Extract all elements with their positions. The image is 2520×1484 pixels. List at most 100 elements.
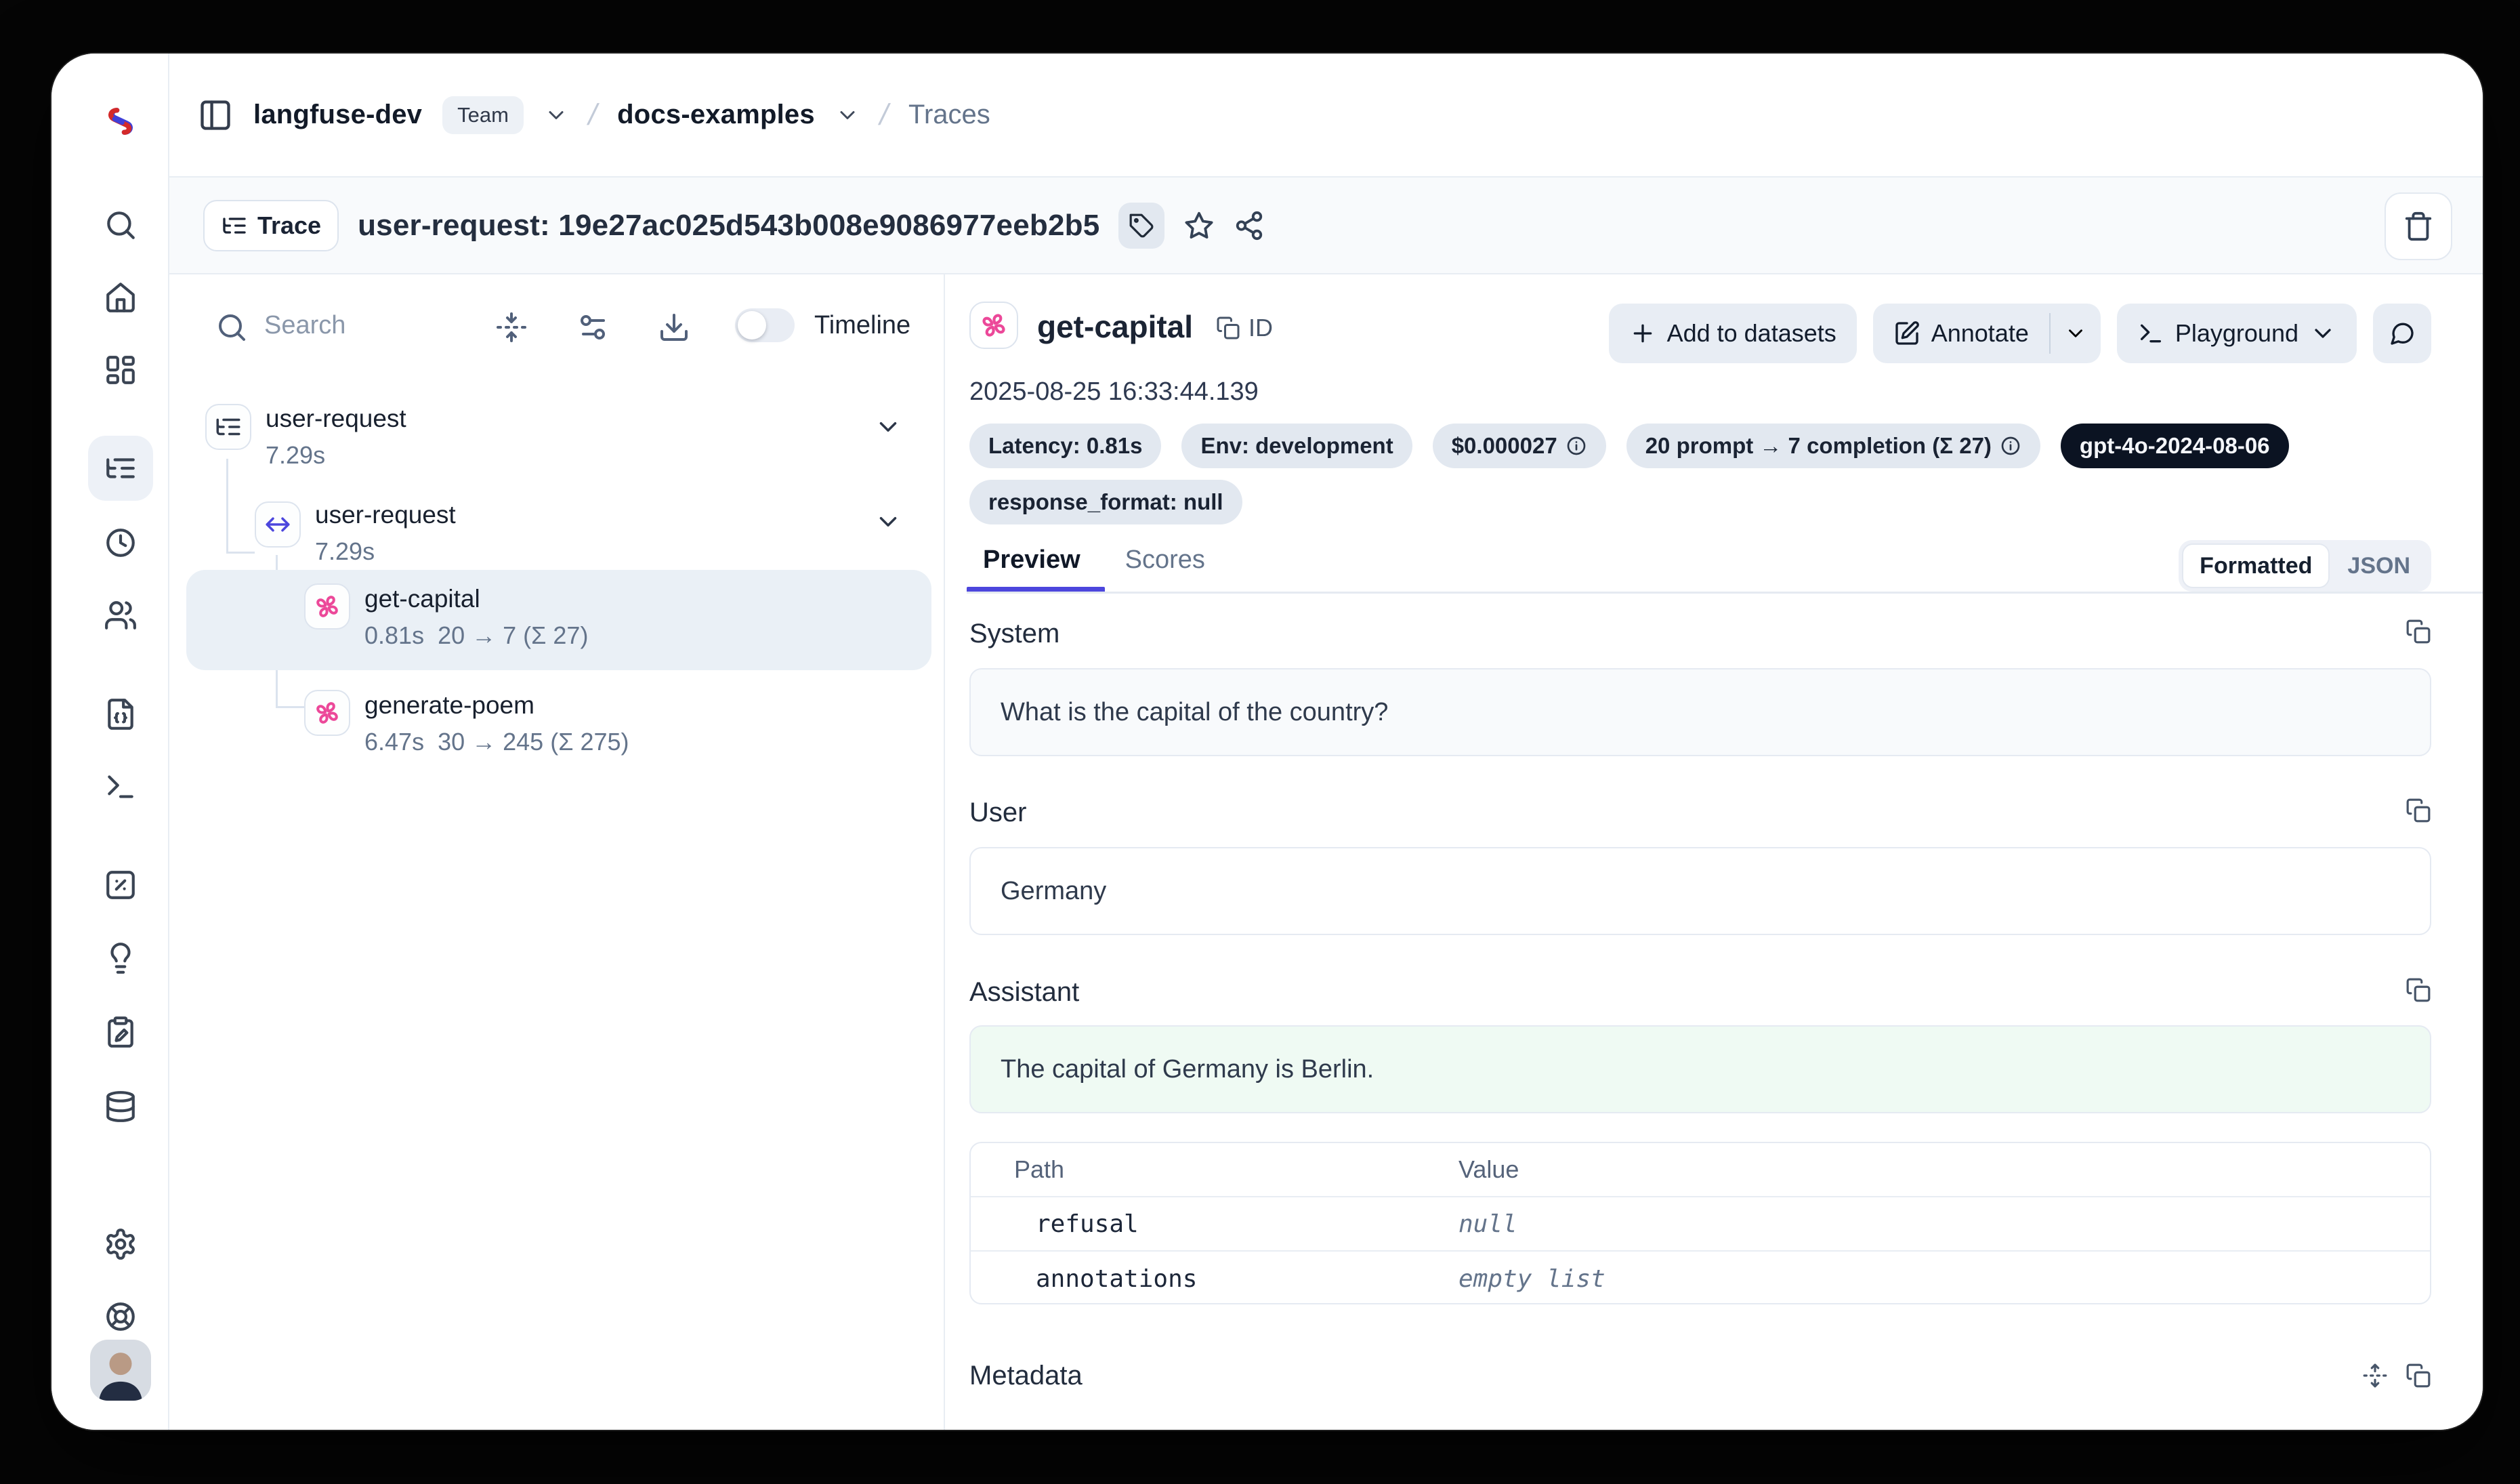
plus-icon: [1629, 320, 1656, 347]
latency-badge: Latency: 0.81s: [969, 424, 1161, 468]
annotate-button[interactable]: Annotate: [1873, 304, 2049, 363]
playground-button[interactable]: Playground: [2117, 304, 2357, 363]
view-settings-icon[interactable]: [576, 311, 609, 344]
model-badge[interactable]: gpt-4o-2024-08-06: [2061, 424, 2289, 468]
tab-preview[interactable]: Preview: [983, 545, 1080, 575]
datasets-database-icon[interactable]: [104, 1090, 138, 1124]
observation-tree-panel: Search Timeline user-request 7.29s user-…: [169, 274, 945, 1430]
tab-scores[interactable]: Scores: [1125, 545, 1205, 575]
langfuse-logo-icon[interactable]: [100, 104, 141, 139]
annotation-clipboard-icon[interactable]: [104, 1015, 138, 1049]
search-nav-icon[interactable]: [104, 208, 138, 242]
search-input[interactable]: Search: [264, 311, 345, 340]
system-message-box: What is the capital of the country?: [969, 668, 2431, 756]
download-icon[interactable]: [658, 311, 690, 344]
span-node-icon-badge[interactable]: [255, 501, 301, 548]
user-avatar[interactable]: [90, 1340, 151, 1401]
trash-icon: [2403, 211, 2434, 242]
copy-icon[interactable]: [2406, 1363, 2431, 1388]
sessions-clock-icon[interactable]: [104, 526, 138, 560]
tag-button[interactable]: [1118, 203, 1164, 249]
generation-node-icon-badge[interactable]: [304, 690, 350, 736]
list-tree-icon: [214, 413, 243, 441]
table-header-row: Path Value: [971, 1143, 2430, 1197]
observation-detail-panel: get-capital ID Add to datasets Annotate: [945, 274, 2483, 1430]
path-cell: annotations: [971, 1265, 1458, 1293]
json-option[interactable]: JSON: [2330, 553, 2428, 579]
output-fields-table: Path Value refusal null annotations empt…: [969, 1142, 2431, 1304]
tree-item-duration: 7.29s: [266, 441, 325, 470]
response-format-badge: response_format: null: [969, 480, 1242, 524]
observation-title: get-capital: [1037, 308, 1193, 345]
breadcrumb-separator: /: [585, 98, 601, 132]
tokens-value: 20 prompt → 7 completion (Σ 27): [1645, 433, 1992, 459]
info-icon: [2000, 435, 2021, 457]
delete-trace-button[interactable]: [2385, 192, 2452, 260]
span-move-horizontal-icon: [264, 510, 292, 539]
tracing-icon[interactable]: [104, 451, 138, 485]
id-label: ID: [1248, 314, 1273, 342]
copy-icon[interactable]: [2406, 798, 2431, 823]
chevron-down-icon: [2064, 322, 2087, 345]
environment-chevron-down-icon[interactable]: [835, 103, 860, 127]
tree-item-label[interactable]: user-request: [266, 405, 406, 433]
metadata-actions: [2362, 1363, 2431, 1388]
action-buttons: Add to datasets Annotate Playground: [1609, 304, 2431, 363]
tabs-divider: [967, 592, 2483, 594]
search-icon: [215, 311, 248, 344]
collapse-chevron-icon[interactable]: [874, 508, 902, 536]
sidebar-toggle-icon[interactable]: [198, 98, 233, 133]
tree-item-label[interactable]: generate-poem: [364, 691, 534, 720]
formatted-option[interactable]: Formatted: [2182, 543, 2330, 588]
breadcrumb-project[interactable]: langfuse-dev: [253, 100, 422, 130]
bookmark-star-icon[interactable]: [1183, 210, 1215, 241]
info-icon: [1566, 435, 1587, 457]
comments-button[interactable]: [2373, 304, 2431, 363]
tree-item-duration: 0.81s: [364, 621, 424, 649]
collapse-chevron-icon[interactable]: [874, 413, 902, 441]
share-icon[interactable]: [1234, 210, 1265, 241]
prompts-file-icon[interactable]: [104, 697, 138, 731]
dashboard-icon[interactable]: [104, 353, 138, 387]
add-to-datasets-button[interactable]: Add to datasets: [1609, 304, 1857, 363]
tree-item-tokens: 30 → 245 (Σ 275): [438, 728, 629, 756]
tree-item-tokens: 20 → 7 (Σ 27): [438, 621, 588, 649]
copy-icon: [1216, 316, 1240, 340]
observation-timestamp: 2025-08-25 16:33:44.139: [969, 377, 1259, 407]
team-badge: Team: [442, 96, 524, 134]
tree-connector: [226, 552, 255, 554]
insights-lightbulb-icon[interactable]: [104, 941, 138, 975]
cost-badge[interactable]: $0.000027: [1433, 424, 1606, 468]
breadcrumb-environment[interactable]: docs-examples: [617, 100, 815, 130]
playground-terminal-icon[interactable]: [104, 770, 138, 804]
generation-node-icon-badge[interactable]: [304, 583, 350, 630]
tree-item-metrics: 6.47s 30 → 245 (Σ 275): [364, 728, 629, 756]
generation-icon: [979, 310, 1009, 340]
toggle-knob: [738, 311, 766, 339]
copy-icon[interactable]: [2406, 977, 2431, 1003]
home-icon[interactable]: [104, 280, 138, 314]
assistant-heading: Assistant: [969, 977, 1079, 1008]
settings-gear-icon[interactable]: [104, 1227, 138, 1261]
timeline-toggle[interactable]: [735, 308, 795, 342]
user-message-text: Germany: [1001, 877, 1106, 906]
tree-item-label[interactable]: get-capital: [364, 585, 480, 613]
annotate-dropdown-button[interactable]: [2051, 304, 2101, 363]
tree-item-metrics: 0.81s 20 → 7 (Σ 27): [364, 621, 588, 650]
unfold-vertical-icon[interactable]: [2362, 1363, 2388, 1388]
path-cell: refusal: [971, 1210, 1458, 1238]
users-icon[interactable]: [104, 598, 138, 632]
annotate-split-button: Annotate: [1873, 304, 2101, 363]
app-window: langfuse-dev Team / docs-examples / Trac…: [51, 54, 2483, 1430]
id-copy[interactable]: ID: [1216, 314, 1273, 342]
trace-node-icon-badge[interactable]: [205, 404, 251, 450]
support-lifebuoy-icon[interactable]: [104, 1300, 138, 1334]
project-chevron-down-icon[interactable]: [544, 103, 568, 127]
fold-vertical-icon[interactable]: [495, 311, 528, 344]
format-segmented-control: Formatted JSON: [2179, 540, 2431, 592]
evaluation-percent-icon[interactable]: [104, 868, 138, 902]
copy-icon[interactable]: [2406, 619, 2431, 644]
tree-item-label[interactable]: user-request: [315, 501, 456, 529]
generation-icon: [313, 699, 341, 727]
tokens-badge[interactable]: 20 prompt → 7 completion (Σ 27): [1626, 424, 2040, 468]
